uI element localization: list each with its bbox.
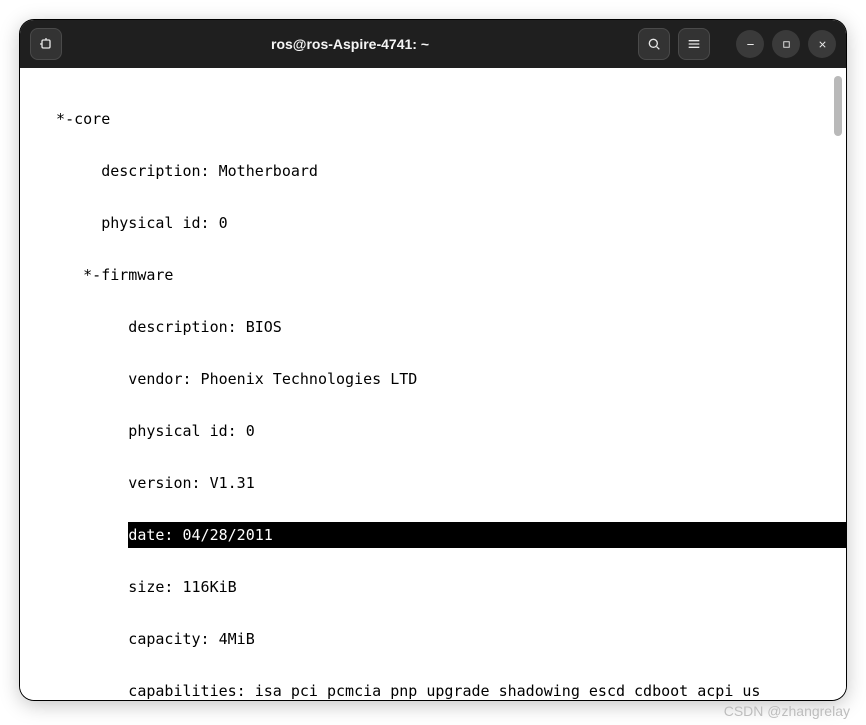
term-line: capacity: 4MiB [38,626,832,652]
titlebar: ros@ros-Aspire-4741: ~ [20,20,846,68]
highlight-indent [38,526,128,544]
search-button[interactable] [638,28,670,60]
minimize-button[interactable] [736,30,764,58]
term-line: *-firmware [38,262,832,288]
term-line-highlighted: date: 04/28/2011 [38,522,832,548]
search-icon [646,36,662,52]
window-controls [736,30,836,58]
highlight-fill [273,522,846,548]
term-line: physical id: 0 [38,210,832,236]
minimize-icon [745,39,756,50]
maximize-icon [781,39,792,50]
window-title: ros@ros-Aspire-4741: ~ [70,36,630,52]
term-line: size: 116KiB [38,574,832,600]
term-line: description: Motherboard [38,158,832,184]
close-button[interactable] [808,30,836,58]
new-tab-button[interactable] [30,28,62,60]
term-line: physical id: 0 [38,418,832,444]
term-line: description: BIOS [38,314,832,340]
maximize-button[interactable] [772,30,800,58]
terminal-window: ros@ros-Aspire-4741: ~ *-core descriptio… [20,20,846,700]
term-line: *-core [38,106,832,132]
hamburger-icon [686,36,702,52]
close-icon [817,39,828,50]
term-line: vendor: Phoenix Technologies LTD [38,366,832,392]
watermark: CSDN @zhangrelay [724,703,850,719]
new-tab-icon [38,36,54,52]
highlighted-text: date: 04/28/2011 [128,522,273,548]
term-line: version: V1.31 [38,470,832,496]
scrollbar-thumb[interactable] [834,76,842,136]
terminal-output[interactable]: *-core description: Motherboard physical… [20,68,846,700]
menu-button[interactable] [678,28,710,60]
term-line: capabilities: isa pci pcmcia pnp upgrade… [38,678,832,700]
